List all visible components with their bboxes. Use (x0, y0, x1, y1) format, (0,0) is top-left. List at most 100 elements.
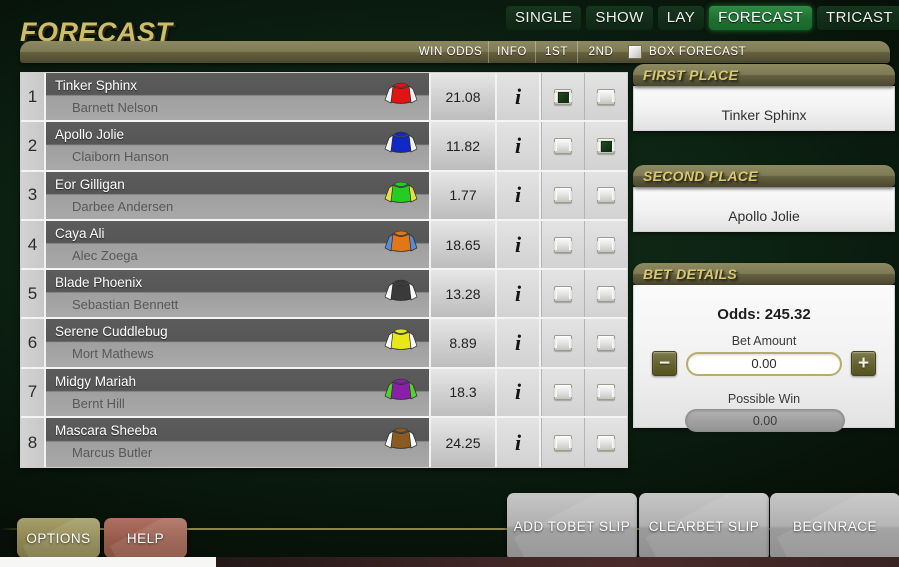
jockey-name: Marcus Butler (72, 445, 153, 461)
info-icon[interactable]: i (497, 418, 541, 468)
bet-amount-input[interactable]: 0.00 (686, 351, 842, 376)
first-place-checkbox[interactable] (554, 335, 572, 352)
info-icon[interactable]: i (497, 171, 541, 219)
silk-icon (381, 374, 421, 414)
clear-bet-slip-button[interactable]: CLEAR BET SLIP (639, 493, 769, 561)
silk-icon (381, 324, 421, 364)
tab-lay[interactable]: LAY (657, 6, 705, 30)
first-place-checkbox[interactable] (554, 187, 572, 204)
first-place-checkbox[interactable] (554, 434, 572, 451)
column-header-win-odds: WIN ODDS (418, 46, 483, 58)
runner-row[interactable]: 5 Blade Phoenix Sebastian Bennett 13.28 i (21, 270, 627, 320)
runner-row[interactable]: 8 Mascara Sheeba Marcus Butler 24.25 i (21, 418, 627, 468)
runner-name-cell[interactable]: Tinker Sphinx Barnett Nelson (46, 73, 429, 121)
jockey-name: Mort Mathews (72, 346, 154, 362)
silk-icon (381, 423, 421, 463)
runner-number: 5 (21, 270, 46, 318)
second-place-checkbox[interactable] (597, 137, 615, 154)
tab-tricast[interactable]: TRICAST (817, 6, 899, 30)
second-place-header: SECOND PLACE (633, 165, 895, 187)
bet-amount-decrement-button[interactable]: − (652, 351, 677, 376)
jockey-name: Alec Zoega (72, 247, 138, 263)
second-place-panel: SECOND PLACE Apollo Jolie (633, 165, 895, 232)
help-button[interactable]: HELP (104, 518, 187, 558)
runner-name-cell[interactable]: Caya Ali Alec Zoega (46, 220, 429, 269)
second-place-checkbox[interactable] (597, 285, 615, 302)
second-place-checkbox[interactable] (597, 88, 615, 105)
info-icon[interactable]: i (497, 220, 541, 269)
second-place-checkbox[interactable] (597, 434, 615, 451)
runner-row[interactable]: 3 Eor Gilligan Darbee Andersen 1.77 i (21, 171, 627, 221)
first-place-checkbox-cell[interactable] (541, 418, 584, 468)
first-place-checkbox-cell[interactable] (541, 171, 584, 219)
first-place-checkbox-cell[interactable] (541, 73, 584, 121)
second-place-title: SECOND PLACE (643, 168, 758, 184)
first-place-checkbox-cell[interactable] (541, 319, 584, 367)
first-place-panel: FIRST PLACE Tinker Sphinx (633, 64, 895, 131)
info-icon[interactable]: i (497, 270, 541, 318)
second-place-checkbox[interactable] (597, 236, 615, 253)
runner-row[interactable]: 4 Caya Ali Alec Zoega 18.65 i (21, 220, 627, 271)
first-place-checkbox-cell[interactable] (541, 368, 584, 417)
second-place-checkbox-cell[interactable] (584, 418, 627, 468)
second-place-checkbox-cell[interactable] (584, 73, 627, 121)
second-place-checkbox-cell[interactable] (584, 270, 627, 318)
first-place-checkbox-cell[interactable] (541, 122, 584, 170)
checkbox-tick (601, 140, 612, 152)
first-place-checkbox[interactable] (554, 137, 572, 154)
win-odds-value: 1.77 (429, 171, 497, 219)
second-place-checkbox-cell[interactable] (584, 171, 627, 219)
betting-terminal-screen: FORECAST SINGLE SHOW LAY FORECAST TRICAST WI… (0, 0, 899, 567)
options-button[interactable]: OPTIONS (17, 518, 100, 558)
add-to-bet-slip-button[interactable]: ADD TO BET SLIP (507, 493, 637, 561)
horse-name: Tinker Sphinx (55, 78, 138, 93)
win-odds-value: 18.3 (429, 368, 497, 417)
column-header-box-forecast: BOX FORECAST (649, 46, 747, 58)
second-place-checkbox-cell[interactable] (584, 220, 627, 269)
runner-number: 8 (21, 418, 46, 468)
info-icon[interactable]: i (497, 368, 541, 417)
runner-name-cell[interactable]: Serene Cuddlebug Mort Mathews (46, 319, 429, 367)
runner-name-cell[interactable]: Midgy Mariah Bernt Hill (46, 368, 429, 417)
runner-row[interactable]: 7 Midgy Mariah Bernt Hill 18.3 i (21, 368, 627, 419)
first-place-checkbox[interactable] (554, 236, 572, 253)
runner-row[interactable]: 1 Tinker Sphinx Barnett Nelson 21.08 i (21, 73, 627, 123)
info-icon[interactable]: i (497, 122, 541, 170)
runner-name-cell[interactable]: Mascara Sheeba Marcus Butler (46, 418, 429, 468)
win-odds-value: 13.28 (429, 270, 497, 318)
horse-name: Midgy Mariah (55, 373, 137, 389)
runner-number: 4 (21, 220, 46, 269)
first-place-checkbox-cell[interactable] (541, 270, 584, 318)
runner-row[interactable]: 2 Apollo Jolie Claiborn Hanson 11.82 i (21, 122, 627, 172)
second-place-checkbox[interactable] (597, 187, 615, 204)
runner-name-cell[interactable]: Blade Phoenix Sebastian Bennett (46, 270, 429, 318)
win-odds-value: 18.65 (429, 220, 497, 269)
tab-forecast[interactable]: FORECAST (709, 6, 813, 30)
begin-race-button[interactable]: BEGIN RACE (770, 493, 899, 561)
second-place-checkbox-cell[interactable] (584, 122, 627, 170)
first-place-checkbox[interactable] (554, 285, 572, 302)
first-place-header: FIRST PLACE (633, 64, 895, 86)
second-place-checkbox[interactable] (597, 335, 615, 352)
second-place-checkbox-cell[interactable] (584, 368, 627, 417)
tab-single[interactable]: SINGLE (506, 6, 582, 30)
runner-name-cell[interactable]: Eor Gilligan Darbee Andersen (46, 171, 429, 219)
horse-name: Caya Ali (55, 225, 105, 241)
column-header-bar: WIN ODDS INFO 1ST 2ND BOX FORECAST (20, 41, 890, 63)
second-place-checkbox-cell[interactable] (584, 319, 627, 367)
jockey-name: Barnett Nelson (72, 100, 158, 115)
first-place-checkbox[interactable] (554, 384, 572, 401)
runner-name-cell[interactable]: Apollo Jolie Claiborn Hanson (46, 122, 429, 170)
info-icon[interactable]: i (497, 73, 541, 121)
bet-amount-increment-button[interactable]: + (851, 351, 876, 376)
first-place-checkbox[interactable] (554, 88, 572, 105)
runner-number: 1 (21, 73, 46, 121)
jockey-name: Sebastian Bennett (72, 297, 179, 313)
info-icon[interactable]: i (497, 319, 541, 367)
second-place-checkbox[interactable] (597, 384, 615, 401)
runner-number: 3 (21, 171, 46, 219)
tab-show[interactable]: SHOW (586, 6, 653, 30)
first-place-checkbox-cell[interactable] (541, 220, 584, 269)
runner-row[interactable]: 6 Serene Cuddlebug Mort Mathews 8.89 i (21, 319, 627, 369)
possible-win-label: Possible Win (727, 392, 801, 406)
